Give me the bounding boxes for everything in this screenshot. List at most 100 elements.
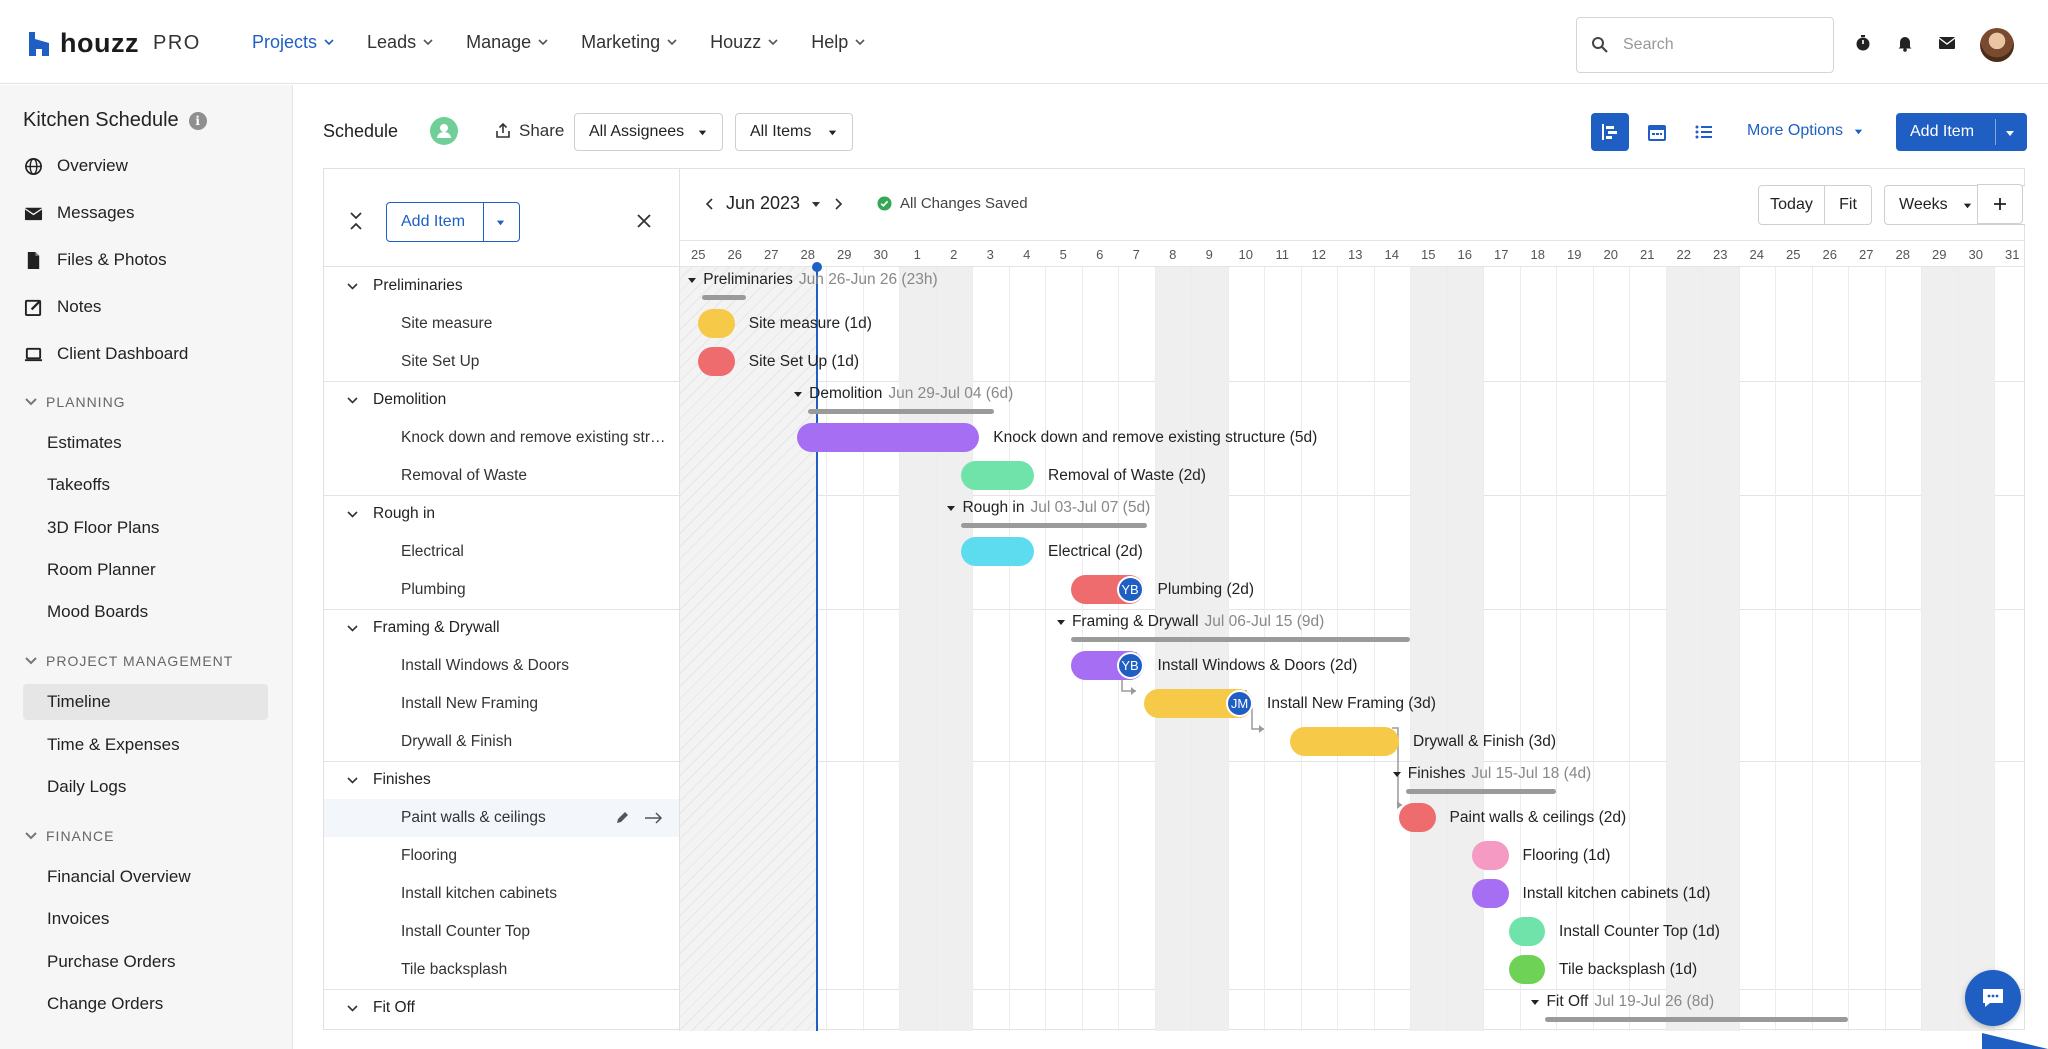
scale-dropdown[interactable]: Weeks xyxy=(1884,185,1990,225)
nav-marketing[interactable]: Marketing xyxy=(565,0,694,84)
section-project-management[interactable]: PROJECT MANAGEMENT xyxy=(24,653,233,669)
assignee-avatar[interactable]: YB xyxy=(1116,652,1144,679)
section-finance[interactable]: FINANCE xyxy=(24,828,114,844)
task-row[interactable]: Install New Framing xyxy=(324,685,679,723)
sidebar-item-estimates[interactable]: Estimates xyxy=(47,428,122,458)
gantt-view-button[interactable] xyxy=(1591,113,1629,151)
info-icon[interactable]: i xyxy=(188,111,207,130)
add-item-button[interactable]: Add Item xyxy=(1896,113,2027,151)
task-row[interactable]: Install Windows & Doors xyxy=(324,647,679,685)
chevron-down-icon[interactable] xyxy=(346,280,359,293)
task-bar[interactable] xyxy=(698,347,735,376)
group-summary-label[interactable]: Rough in Jul 03-Jul 07 (5d) xyxy=(946,499,1150,517)
group-summary-label[interactable]: Framing & Drywall Jul 06-Jul 15 (9d) xyxy=(1056,613,1324,631)
sidebar-item-notes[interactable]: Notes xyxy=(24,292,101,322)
schedule-status-icon[interactable] xyxy=(430,117,458,145)
today-button[interactable]: Today xyxy=(1758,185,1825,225)
nav-leads[interactable]: Leads xyxy=(351,0,450,84)
chevron-down-icon[interactable] xyxy=(346,774,359,787)
section-planning[interactable]: PLANNING xyxy=(24,394,126,410)
task-row-hovered[interactable]: Paint walls & ceilings xyxy=(324,799,679,837)
sidebar-item-files-photos[interactable]: Files & Photos xyxy=(24,245,167,275)
task-row[interactable]: Drywall & Finish xyxy=(324,723,679,761)
group-row-framing-drywall[interactable]: Framing & Drywall xyxy=(324,609,679,647)
sidebar-item-timeline[interactable]: Timeline xyxy=(47,687,111,717)
assignees-dropdown[interactable]: All Assignees xyxy=(574,113,723,151)
group-row-fit-off[interactable]: Fit Off xyxy=(324,989,679,1027)
task-row[interactable]: Site Set Up xyxy=(324,343,679,381)
sidebar-item-invoices[interactable]: Invoices xyxy=(47,904,109,934)
user-avatar[interactable] xyxy=(1980,28,2014,62)
task-row[interactable]: Electrical xyxy=(324,533,679,571)
task-row[interactable]: Site measure xyxy=(324,305,679,343)
sidebar-item-messages[interactable]: Messages xyxy=(24,198,134,228)
sidebar-item-time-expenses[interactable]: Time & Expenses xyxy=(47,730,180,760)
task-bar[interactable] xyxy=(961,537,1035,566)
caret-down-icon[interactable] xyxy=(793,389,803,399)
group-summary-label[interactable]: Finishes Jul 15-Jul 18 (4d) xyxy=(1392,765,1591,783)
chevron-down-icon[interactable] xyxy=(346,1002,359,1015)
assignee-avatar[interactable]: YB xyxy=(1116,576,1144,603)
chevron-down-icon[interactable] xyxy=(346,394,359,407)
caret-down-icon[interactable] xyxy=(495,217,506,228)
chevron-down-icon[interactable] xyxy=(346,622,359,635)
list-view-button[interactable] xyxy=(1685,113,1723,151)
nav-houzz[interactable]: Houzz xyxy=(694,0,795,84)
sidebar-item-3d-floor-plans[interactable]: 3D Floor Plans xyxy=(47,513,159,543)
task-bar[interactable] xyxy=(961,461,1035,490)
task-row[interactable]: Flooring xyxy=(324,837,679,875)
task-bar[interactable] xyxy=(1472,879,1509,908)
zoom-in-button[interactable] xyxy=(1977,184,2023,224)
nav-projects[interactable]: Projects xyxy=(236,0,351,84)
chevron-left-icon[interactable] xyxy=(704,197,716,210)
task-bar[interactable] xyxy=(1289,727,1400,756)
pencil-icon[interactable] xyxy=(614,810,630,826)
task-row[interactable]: Install Counter Top xyxy=(324,913,679,951)
task-bar[interactable] xyxy=(1508,955,1546,984)
task-row[interactable]: Install kitchen cabinets xyxy=(324,875,679,913)
task-row[interactable]: Plumbing xyxy=(324,571,679,609)
sidebar-item-overview[interactable]: Overview xyxy=(24,151,128,181)
chevron-right-icon[interactable] xyxy=(832,197,844,210)
sidebar-item-change-orders[interactable]: Change Orders xyxy=(47,989,163,1019)
group-row-preliminaries[interactable]: Preliminaries xyxy=(324,267,679,305)
caret-down-icon[interactable] xyxy=(687,275,697,285)
search-input[interactable] xyxy=(1623,36,1813,54)
assignee-avatar[interactable]: JM xyxy=(1226,690,1254,717)
add-item-split-button[interactable]: Add Item xyxy=(386,202,520,242)
sidebar-item-room-planner[interactable]: Room Planner xyxy=(47,555,156,585)
sidebar-item-purchase-orders[interactable]: Purchase Orders xyxy=(47,947,176,977)
sidebar-item-client-dashboard[interactable]: Client Dashboard xyxy=(24,339,188,369)
month-selector[interactable]: Jun 2023 xyxy=(704,193,844,214)
caret-down-icon[interactable] xyxy=(946,503,956,513)
collapse-all-icon[interactable] xyxy=(348,211,364,231)
close-icon[interactable] xyxy=(636,213,652,229)
task-row[interactable]: Knock down and remove existing structure xyxy=(324,419,679,457)
mail-icon[interactable] xyxy=(1938,34,1956,52)
share-button[interactable]: Share xyxy=(495,121,564,141)
nav-manage[interactable]: Manage xyxy=(450,0,565,84)
group-row-demolition[interactable]: Demolition xyxy=(324,381,679,419)
task-bar[interactable] xyxy=(1508,917,1546,946)
caret-down-icon[interactable] xyxy=(1530,997,1540,1007)
group-row-rough-in[interactable]: Rough in xyxy=(324,495,679,533)
houzz-pro-logo[interactable]: houzz PRO xyxy=(28,28,201,59)
task-bar[interactable] xyxy=(796,423,980,452)
task-row[interactable]: Tile backsplash xyxy=(324,951,679,989)
search-box[interactable] xyxy=(1576,17,1834,73)
sidebar-item-mood-boards[interactable]: Mood Boards xyxy=(47,597,148,627)
task-bar[interactable] xyxy=(1399,803,1436,832)
timer-icon[interactable] xyxy=(1854,34,1872,52)
sidebar-item-financial-overview[interactable]: Financial Overview xyxy=(47,862,191,892)
group-row-finishes[interactable]: Finishes xyxy=(324,761,679,799)
task-bar[interactable] xyxy=(1472,841,1509,870)
sidebar-item-takeoffs[interactable]: Takeoffs xyxy=(47,470,110,500)
nav-help[interactable]: Help xyxy=(795,0,882,84)
caret-down-icon[interactable] xyxy=(810,198,822,210)
arrow-right-icon[interactable] xyxy=(644,810,664,826)
fit-button[interactable]: Fit xyxy=(1824,185,1872,225)
task-bar[interactable] xyxy=(698,309,735,338)
more-options-button[interactable]: More Options xyxy=(1747,122,1864,140)
sidebar-item-daily-logs[interactable]: Daily Logs xyxy=(47,772,126,802)
bell-icon[interactable] xyxy=(1896,34,1914,52)
